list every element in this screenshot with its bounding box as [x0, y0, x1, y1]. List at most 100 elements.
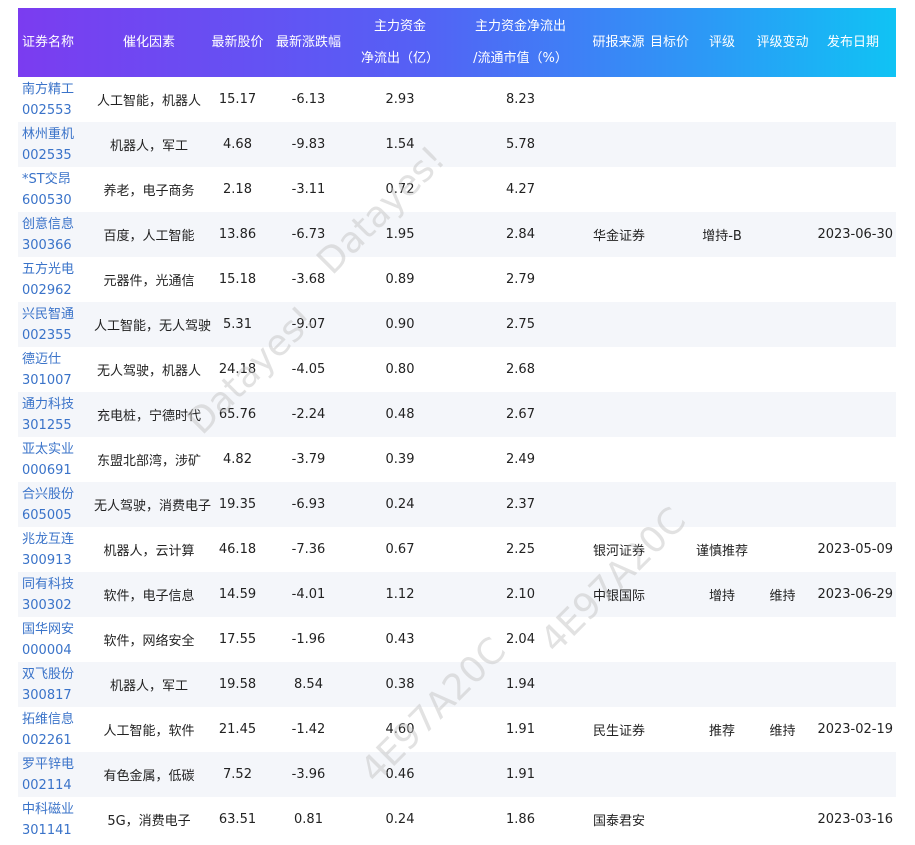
cell-stock[interactable]: 南方精工 002553 [18, 77, 94, 122]
stock-name-link[interactable]: 通力科技 [22, 394, 94, 415]
cell-stock[interactable]: 合兴股份 605005 [18, 482, 94, 527]
stock-table: 证券名称 催化因素 最新股价 最新涨跌幅 主力资金 净流出（亿） 主力资金净流出… [18, 8, 896, 842]
stock-code-link[interactable]: 002535 [22, 145, 94, 166]
stock-name-link[interactable]: 合兴股份 [22, 484, 94, 505]
cell-rating-change [755, 797, 810, 842]
cell-stock[interactable]: 创意信息 300366 [18, 212, 94, 257]
cell-stock[interactable]: 同有科技 300302 [18, 572, 94, 617]
stock-name-link[interactable]: 兆龙互连 [22, 529, 94, 550]
stock-code-link[interactable]: 300366 [22, 235, 94, 256]
header-rating-change[interactable]: 评级变动 [755, 8, 810, 77]
cell-date: 2023-03-16 [817, 812, 893, 827]
stock-code-link[interactable]: 000691 [22, 460, 94, 481]
stock-name-link[interactable]: 南方精工 [22, 79, 94, 100]
stock-code-link[interactable]: 000004 [22, 640, 94, 661]
cell-rating-change [755, 662, 810, 707]
table-row[interactable]: 创意信息 300366 百度，人工智能 13.86 -6.73 1.95 2.84 华金证券 增… [18, 212, 896, 257]
cell-source [587, 167, 650, 212]
cell-rating-change [755, 212, 810, 257]
stock-code-link[interactable]: 002114 [22, 775, 94, 796]
cell-date [810, 482, 896, 527]
stock-code-link[interactable]: 002261 [22, 730, 94, 751]
cell-stock[interactable]: 五方光电 002962 [18, 257, 94, 302]
header-rating[interactable]: 评级 [689, 8, 755, 77]
stock-code-link[interactable]: 300817 [22, 685, 94, 706]
table-row[interactable]: 国华网安 000004 软件，网络安全 17.55 -1.96 0.43 2.04 [18, 617, 896, 662]
stock-code-link[interactable]: 301141 [22, 820, 94, 841]
stock-name-link[interactable]: 拓维信息 [22, 709, 94, 730]
cell-stock[interactable]: 中科磁业 301141 [18, 797, 94, 842]
table-row[interactable]: 林州重机 002535 机器人，军工 4.68 -9.83 1.54 5.78 [18, 122, 896, 167]
cell-price: 4.82 [223, 452, 252, 467]
table-row[interactable]: 亚太实业 000691 东盟北部湾，涉矿 4.82 -3.79 0.39 2.49 [18, 437, 896, 482]
stock-code-link[interactable]: 605005 [22, 505, 94, 526]
stock-code-link[interactable]: 301007 [22, 370, 94, 391]
table-row[interactable]: 兴民智通 002355 人工智能，无人驾驶 5.31 -9.07 0.90 2.75 [18, 302, 896, 347]
cell-price: 65.76 [218, 407, 257, 422]
stock-code-link[interactable]: 002962 [22, 280, 94, 301]
stock-name-link[interactable]: 罗平锌电 [22, 754, 94, 775]
cell-target [650, 302, 689, 347]
stock-code-link[interactable]: 002553 [22, 100, 94, 121]
stock-name-link[interactable]: *ST交昂 [22, 169, 94, 190]
header-source[interactable]: 研报来源 [587, 8, 650, 77]
header-ratio[interactable]: 主力资金净流出 /流通市值（%） [454, 8, 587, 77]
table-row[interactable]: 合兴股份 605005 无人驾驶，消费电子 19.35 -6.93 0.24 2.37 [18, 482, 896, 527]
header-catalyst[interactable]: 催化因素 [94, 8, 204, 77]
table-row[interactable]: 拓维信息 002261 人工智能，软件 21.45 -1.42 4.60 1.91 民生证券 推… [18, 707, 896, 752]
cell-target [650, 707, 689, 752]
header-change[interactable]: 最新涨跌幅 [271, 8, 346, 77]
table-row[interactable]: 五方光电 002962 元器件，光通信 15.18 -3.68 0.89 2.79 [18, 257, 896, 302]
cell-stock[interactable]: 罗平锌电 002114 [18, 752, 94, 797]
cell-stock[interactable]: 兆龙互连 300913 [18, 527, 94, 572]
header-date[interactable]: 发布日期 [810, 8, 896, 77]
table-row[interactable]: 罗平锌电 002114 有色金属，低碳 7.52 -3.96 0.46 1.91 [18, 752, 896, 797]
table-row[interactable]: 双飞股份 300817 机器人，军工 19.58 8.54 0.38 1.94 [18, 662, 896, 707]
stock-name-link[interactable]: 同有科技 [22, 574, 94, 595]
table-row[interactable]: 中科磁业 301141 5G，消费电子 63.51 0.81 0.24 1.86 国泰君安 20… [18, 797, 896, 842]
cell-catalyst: 百度，人工智能 [103, 229, 195, 244]
cell-stock[interactable]: 林州重机 002535 [18, 122, 94, 167]
stock-name-link[interactable]: 中科磁业 [22, 799, 94, 820]
table-row[interactable]: 德迈仕 301007 无人驾驶，机器人 24.18 -4.05 0.80 2.68 [18, 347, 896, 392]
table-row[interactable]: 兆龙互连 300913 机器人，云计算 46.18 -7.36 0.67 2.25 银河证券 谨… [18, 527, 896, 572]
stock-name-link[interactable]: 兴民智通 [22, 304, 94, 325]
table-row[interactable]: *ST交昂 600530 养老，电子商务 2.18 -3.11 0.72 4.27 [18, 167, 896, 212]
cell-rating-change [755, 257, 810, 302]
stock-name-link[interactable]: 林州重机 [22, 124, 94, 145]
stock-name-link[interactable]: 五方光电 [22, 259, 94, 280]
header-target[interactable]: 目标价 [650, 8, 689, 77]
cell-stock[interactable]: 通力科技 301255 [18, 392, 94, 437]
stock-name-link[interactable]: 双飞股份 [22, 664, 94, 685]
cell-stock[interactable]: *ST交昂 600530 [18, 167, 94, 212]
cell-rating: 推荐 [708, 724, 735, 739]
cell-stock[interactable]: 国华网安 000004 [18, 617, 94, 662]
cell-ratio: 2.67 [506, 407, 535, 422]
cell-stock[interactable]: 拓维信息 002261 [18, 707, 94, 752]
cell-target [650, 347, 689, 392]
cell-stock[interactable]: 兴民智通 002355 [18, 302, 94, 347]
cell-stock[interactable]: 双飞股份 300817 [18, 662, 94, 707]
cell-stock[interactable]: 亚太实业 000691 [18, 437, 94, 482]
cell-ratio: 5.78 [506, 137, 535, 152]
table-row[interactable]: 南方精工 002553 人工智能，机器人 15.17 -6.13 2.93 8.23 [18, 77, 896, 122]
cell-source [587, 77, 650, 122]
header-name[interactable]: 证券名称 [18, 8, 94, 77]
cell-rating [689, 122, 755, 167]
stock-name-link[interactable]: 亚太实业 [22, 439, 94, 460]
cell-outflow: 0.48 [385, 407, 415, 422]
stock-name-link[interactable]: 创意信息 [22, 214, 94, 235]
table-row[interactable]: 同有科技 300302 软件，电子信息 14.59 -4.01 1.12 2.10 中银国际 增… [18, 572, 896, 617]
stock-code-link[interactable]: 300302 [22, 595, 94, 616]
table-row[interactable]: 通力科技 301255 充电桩，宁德时代 65.76 -2.24 0.48 2.67 [18, 392, 896, 437]
cell-rating-change [755, 527, 810, 572]
header-price[interactable]: 最新股价 [204, 8, 271, 77]
cell-stock[interactable]: 德迈仕 301007 [18, 347, 94, 392]
header-outflow[interactable]: 主力资金 净流出（亿） [346, 8, 454, 77]
stock-code-link[interactable]: 002355 [22, 325, 94, 346]
stock-code-link[interactable]: 600530 [22, 190, 94, 211]
stock-code-link[interactable]: 301255 [22, 415, 94, 436]
stock-name-link[interactable]: 国华网安 [22, 619, 94, 640]
stock-name-link[interactable]: 德迈仕 [22, 349, 94, 370]
stock-code-link[interactable]: 300913 [22, 550, 94, 571]
